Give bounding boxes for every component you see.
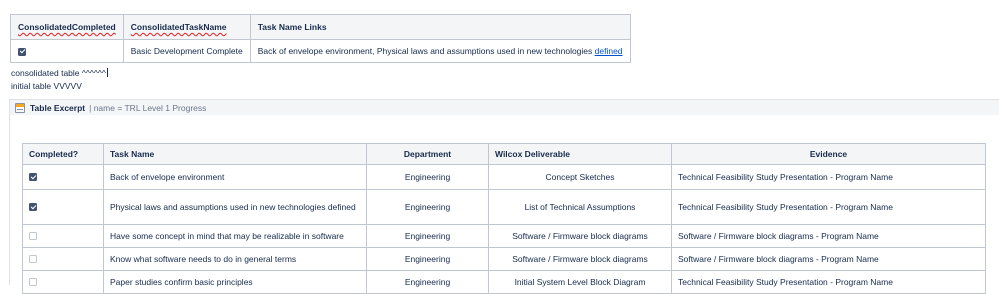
- deliverable-cell[interactable]: List of Technical Assumptions: [488, 189, 672, 225]
- checkbox-unchecked-icon[interactable]: [29, 278, 37, 287]
- task-name-links-cell[interactable]: Back of envelope environment, Physical l…: [249, 39, 631, 63]
- defined-link[interactable]: defined: [595, 46, 623, 56]
- consolidated-task-name-cell[interactable]: Basic Development Complete: [122, 39, 251, 63]
- header-completed[interactable]: Completed?: [22, 143, 104, 165]
- task-cell[interactable]: Back of envelope environment: [103, 164, 367, 190]
- completed-cell: [22, 224, 104, 248]
- excerpt-header-row: Completed? Task Name Department Wilcox D…: [22, 143, 986, 165]
- header-task-name-links[interactable]: Task Name Links: [249, 14, 631, 40]
- header-task-name[interactable]: Task Name: [103, 143, 367, 165]
- consolidated-note[interactable]: consolidated table ^^^^^^: [11, 68, 108, 78]
- macro-params: | name = TRL Level 1 Progress: [89, 102, 207, 113]
- deliverable-cell[interactable]: Initial System Level Block Diagram: [488, 270, 672, 294]
- checkbox-unchecked-icon[interactable]: [29, 255, 37, 264]
- header-consolidated-completed[interactable]: ConsolidatedCompleted: [10, 14, 124, 40]
- consolidated-header-row: ConsolidatedCompleted ConsolidatedTaskNa…: [10, 14, 631, 40]
- table-excerpt-macro-header[interactable]: Table Excerpt | name = TRL Level 1 Progr…: [9, 99, 999, 115]
- department-cell[interactable]: Engineering: [366, 247, 489, 271]
- table-row: Paper studies confirm basic principles E…: [22, 270, 986, 294]
- evidence-cell[interactable]: Software / Firmware block diagrams - Pro…: [671, 224, 986, 248]
- table-row: Have some concept in mind that may be re…: [22, 224, 986, 248]
- completed-cell: [22, 164, 104, 190]
- checkbox-checked-icon[interactable]: [18, 47, 26, 56]
- evidence-cell[interactable]: Software / Firmware block diagrams - Pro…: [671, 247, 986, 271]
- checkbox-unchecked-icon[interactable]: [29, 232, 37, 241]
- header-department[interactable]: Department: [366, 143, 489, 165]
- consolidated-table: ConsolidatedCompleted ConsolidatedTaskNa…: [10, 14, 631, 63]
- department-cell[interactable]: Engineering: [366, 189, 489, 225]
- checkbox-checked-icon[interactable]: [29, 203, 37, 212]
- department-cell[interactable]: Engineering: [366, 270, 489, 294]
- header-consolidated-task-name[interactable]: ConsolidatedTaskName: [122, 14, 251, 40]
- completed-cell: [22, 270, 104, 294]
- macro-title: Table Excerpt: [30, 102, 86, 113]
- header-wilcox-deliverable[interactable]: Wilcox Deliverable: [488, 143, 672, 165]
- checkbox-checked-icon[interactable]: [29, 173, 37, 182]
- header-evidence[interactable]: Evidence: [671, 143, 986, 165]
- consolidated-row: Basic Development Complete Back of envel…: [10, 39, 631, 63]
- task-cell[interactable]: Know what software needs to do in genera…: [103, 247, 367, 271]
- text-cursor: [106, 68, 108, 77]
- initial-note[interactable]: initial table VVVVV: [11, 81, 82, 91]
- department-cell[interactable]: Engineering: [366, 164, 489, 190]
- task-cell[interactable]: Paper studies confirm basic principles: [103, 270, 367, 294]
- department-cell[interactable]: Engineering: [366, 224, 489, 248]
- table-row: Know what software needs to do in genera…: [22, 247, 986, 271]
- excerpt-table: Completed? Task Name Department Wilcox D…: [22, 143, 986, 294]
- table-row: Physical laws and assumptions used in ne…: [22, 189, 986, 225]
- deliverable-cell[interactable]: Software / Firmware block diagrams: [488, 247, 672, 271]
- evidence-cell[interactable]: Technical Feasibility Study Presentation…: [671, 189, 986, 225]
- consolidated-completed-cell: [10, 39, 124, 63]
- task-cell[interactable]: Physical laws and assumptions used in ne…: [103, 189, 367, 225]
- links-text: Back of envelope environment, Physical l…: [257, 46, 595, 56]
- table-row: Back of envelope environment Engineering…: [22, 164, 986, 190]
- evidence-cell[interactable]: Technical Feasibility Study Presentation…: [671, 270, 986, 294]
- table-excerpt-icon: [15, 102, 25, 113]
- evidence-cell[interactable]: Technical Feasibility Study Presentation…: [671, 164, 986, 190]
- completed-cell: [22, 247, 104, 271]
- deliverable-cell[interactable]: Software / Firmware block diagrams: [488, 224, 672, 248]
- deliverable-cell[interactable]: Concept Sketches: [488, 164, 672, 190]
- task-cell[interactable]: Have some concept in mind that may be re…: [103, 224, 367, 248]
- completed-cell: [22, 189, 104, 225]
